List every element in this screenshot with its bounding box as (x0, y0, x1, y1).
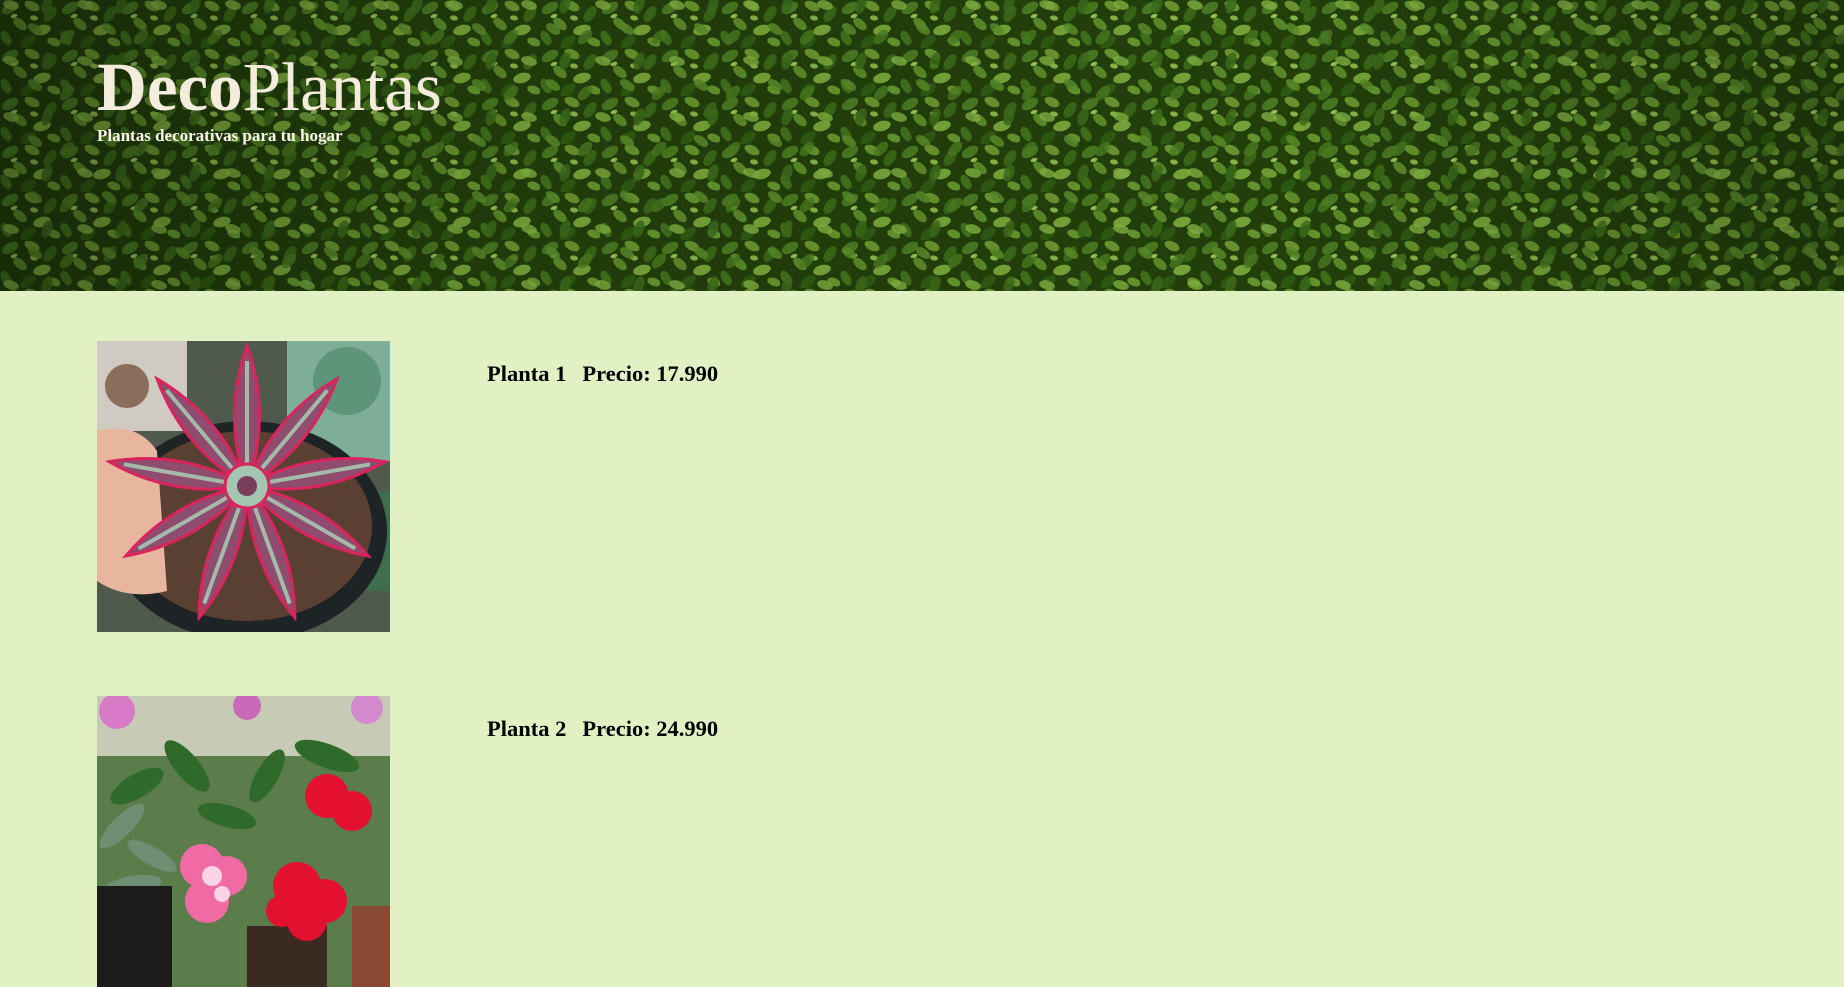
product-image-flowers[interactable] (97, 696, 390, 987)
site-title-regular: Plantas (242, 49, 442, 125)
site-title-bold: Deco (97, 49, 243, 125)
product-name: Planta 1 (487, 361, 567, 386)
product-image-succulent[interactable] (97, 341, 390, 632)
product-price: Precio: 17.990 (582, 361, 719, 386)
site-tagline: Plantas decorativas para tu hogar (97, 126, 343, 145)
product-name: Planta 2 (487, 716, 567, 741)
flowering-plants-photo (97, 696, 390, 987)
product-info: Planta 1 Precio: 17.990 (487, 361, 718, 387)
site-header: DecoPlantas Plantas decorativas para tu … (0, 0, 1844, 291)
succulent-photo (97, 341, 390, 632)
product-price: Precio: 24.990 (582, 716, 719, 741)
site-title[interactable]: DecoPlantas (97, 50, 442, 124)
brand: DecoPlantas Plantas decorativas para tu … (97, 50, 442, 146)
product-info: Planta 2 Precio: 24.990 (487, 716, 718, 742)
